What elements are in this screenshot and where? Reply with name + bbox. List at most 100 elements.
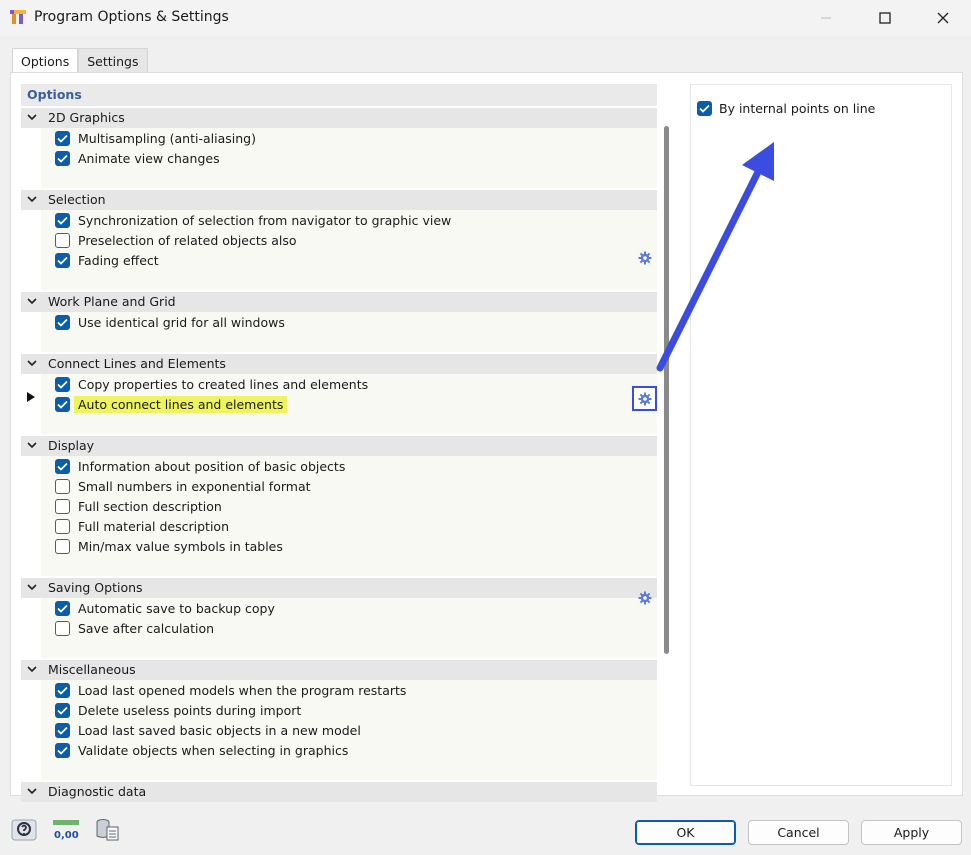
- option-checkbox[interactable]: [55, 232, 70, 248]
- option-checkbox[interactable]: [55, 742, 70, 758]
- option-checkbox[interactable]: [55, 682, 70, 698]
- option-label: Copy properties to created lines and ele…: [78, 376, 369, 392]
- option-checkbox[interactable]: [55, 314, 70, 330]
- checkmark-icon: [57, 154, 68, 163]
- units-button[interactable]: 0,00: [52, 818, 80, 842]
- option-checkbox[interactable]: [55, 702, 70, 718]
- option-row[interactable]: Min/max value symbols in tables: [55, 536, 283, 556]
- fading-effect-settings-gear-icon[interactable]: [638, 251, 652, 265]
- option-checkbox[interactable]: [55, 396, 70, 412]
- option-checkbox[interactable]: [55, 130, 70, 146]
- minimize-icon: [821, 17, 831, 19]
- option-label: Multisampling (anti-aliasing): [78, 130, 256, 146]
- option-checkbox[interactable]: [55, 478, 70, 494]
- minimize-button[interactable]: [803, 0, 849, 36]
- gear-icon: [638, 392, 651, 405]
- checkmark-icon: [57, 604, 68, 613]
- group-header[interactable]: Selection: [21, 190, 657, 210]
- option-row[interactable]: Animate view changes: [55, 148, 220, 168]
- option-checkbox[interactable]: [55, 722, 70, 738]
- group-header[interactable]: Saving Options: [21, 578, 657, 598]
- option-label: Fading effect: [78, 252, 159, 268]
- chevron-down-icon[interactable]: [26, 662, 38, 676]
- option-label: Animate view changes: [78, 150, 220, 166]
- database-button[interactable]: [94, 818, 122, 842]
- maximize-icon: [879, 12, 891, 24]
- option-checkbox[interactable]: [55, 518, 70, 534]
- group-header[interactable]: Miscellaneous: [21, 660, 657, 680]
- option-row[interactable]: Use identical grid for all windows: [55, 312, 285, 332]
- option-row[interactable]: Auto connect lines and elements: [55, 394, 288, 414]
- close-button[interactable]: [920, 0, 966, 36]
- tab-options[interactable]: Options: [12, 48, 79, 73]
- option-checkbox[interactable]: [55, 538, 70, 554]
- group-title: Connect Lines and Elements: [48, 356, 226, 371]
- option-row[interactable]: Copy properties to created lines and ele…: [55, 374, 368, 394]
- options-scrollbar[interactable]: [664, 126, 669, 654]
- chevron-down-icon[interactable]: [26, 192, 38, 206]
- option-row[interactable]: Automatic save to backup copy: [55, 598, 275, 618]
- group-header[interactable]: Diagnostic data: [21, 782, 657, 802]
- tab-settings[interactable]: Settings: [78, 48, 148, 73]
- option-checkbox[interactable]: [55, 212, 70, 228]
- group-header[interactable]: Work Plane and Grid: [21, 292, 657, 312]
- option-row[interactable]: Fading effect: [55, 250, 159, 270]
- option-row[interactable]: Validate objects when selecting in graph…: [55, 740, 348, 760]
- option-row[interactable]: Small numbers in exponential format: [55, 476, 311, 496]
- backup-settings-gear-icon[interactable]: [638, 591, 652, 605]
- chevron-down-icon[interactable]: [26, 294, 38, 308]
- apply-button[interactable]: Apply: [861, 820, 962, 845]
- checkmark-icon: [57, 686, 68, 695]
- option-row[interactable]: Full material description: [55, 516, 229, 536]
- window-title: Program Options & Settings: [34, 9, 229, 25]
- group-header[interactable]: 2D Graphics: [21, 108, 657, 128]
- group-title: Saving Options: [48, 580, 143, 595]
- cancel-button[interactable]: Cancel: [748, 820, 849, 845]
- maximize-button[interactable]: [862, 0, 908, 36]
- option-checkbox[interactable]: [55, 376, 70, 392]
- chevron-down-icon[interactable]: [26, 784, 38, 798]
- options-pane-title: Options: [27, 87, 82, 102]
- group-title: 2D Graphics: [48, 110, 125, 125]
- option-row[interactable]: Delete useless points during import: [55, 700, 301, 720]
- chevron-down-icon[interactable]: [26, 580, 38, 594]
- chevron-down-icon[interactable]: [26, 356, 38, 370]
- option-row[interactable]: Load last opened models when the program…: [55, 680, 406, 700]
- option-label: Small numbers in exponential format: [78, 478, 311, 494]
- ok-button[interactable]: OK: [635, 820, 736, 845]
- option-label: Preselection of related objects also: [78, 232, 297, 248]
- option-row[interactable]: Preselection of related objects also: [55, 230, 297, 250]
- help-button[interactable]: [10, 818, 38, 842]
- option-checkbox[interactable]: [55, 620, 70, 636]
- checkmark-icon: [57, 706, 68, 715]
- option-label: Validate objects when selecting in graph…: [78, 742, 349, 758]
- checkmark-icon: [57, 380, 68, 389]
- option-checkbox[interactable]: [55, 150, 70, 166]
- group-title: Display: [48, 438, 95, 453]
- options-pane-header: Options: [21, 84, 657, 106]
- option-checkbox[interactable]: [55, 252, 70, 268]
- option-checkbox[interactable]: [55, 458, 70, 474]
- option-label: Min/max value symbols in tables: [78, 538, 283, 554]
- option-checkbox[interactable]: [55, 498, 70, 514]
- option-checkbox[interactable]: [55, 600, 70, 616]
- checkmark-icon: [57, 256, 68, 265]
- group-header[interactable]: Display: [21, 436, 657, 456]
- app-icon: [10, 10, 26, 24]
- help-icon: [11, 819, 37, 841]
- option-row[interactable]: Load last saved basic objects in a new m…: [55, 720, 361, 740]
- group-header[interactable]: Connect Lines and Elements: [21, 354, 657, 374]
- by-internal-points-checkbox[interactable]: [697, 100, 712, 116]
- option-row[interactable]: Multisampling (anti-aliasing): [55, 128, 256, 148]
- chevron-down-icon[interactable]: [26, 110, 38, 124]
- checkmark-icon: [57, 462, 68, 471]
- detail-option-row[interactable]: By internal points on line: [697, 99, 875, 117]
- option-label: Load last saved basic objects in a new m…: [78, 722, 361, 738]
- auto-connect-settings-button[interactable]: [632, 386, 657, 411]
- chevron-down-icon[interactable]: [26, 438, 38, 452]
- option-row[interactable]: Information about position of basic obje…: [55, 456, 345, 476]
- option-row[interactable]: Synchronization of selection from naviga…: [55, 210, 451, 230]
- option-row[interactable]: Save after calculation: [55, 618, 214, 638]
- group-title: Work Plane and Grid: [48, 294, 176, 309]
- option-row[interactable]: Full section description: [55, 496, 222, 516]
